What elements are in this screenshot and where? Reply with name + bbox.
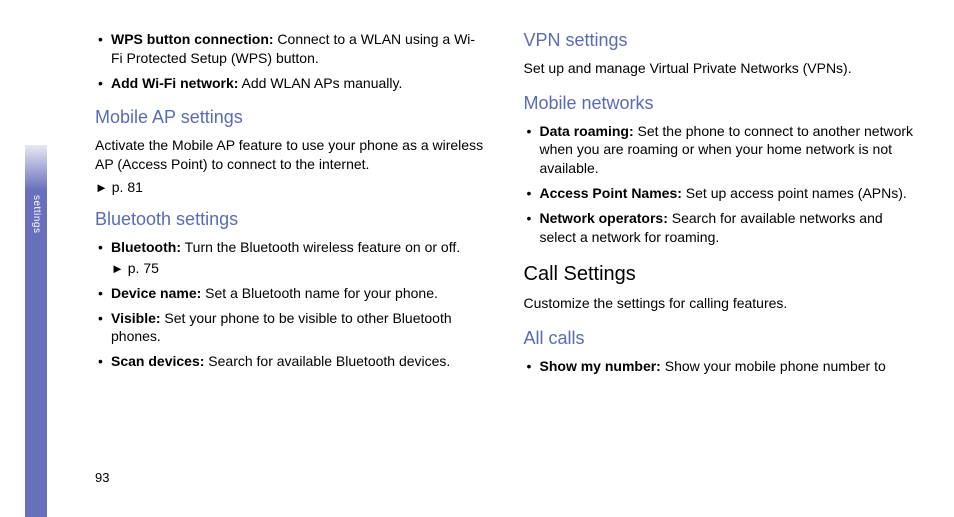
list-item: Visible: Set your phone to be visible to… [95, 309, 486, 347]
all-calls-list: Show my number: Show your mobile phone n… [524, 357, 915, 376]
heading-call-settings: Call Settings [524, 263, 915, 286]
para-mobile-ap: Activate the Mobile AP feature to use yo… [95, 136, 486, 175]
para-vpn: Set up and manage Virtual Private Networ… [524, 59, 915, 79]
list-item: Scan devices: Search for available Bluet… [95, 352, 486, 371]
desc: Set up access point names (APNs). [682, 185, 907, 201]
desc: Search for available Bluetooth devices. [204, 353, 450, 369]
heading-mobile-ap: Mobile AP settings [95, 107, 486, 128]
term: WPS button connection: [111, 31, 274, 47]
page-ref: ► p. 75 [111, 259, 486, 278]
heading-bluetooth: Bluetooth settings [95, 209, 486, 230]
term: Scan devices: [111, 353, 204, 369]
list-item: WPS button connection: Connect to a WLAN… [95, 30, 486, 68]
desc: Add WLAN APs manually. [238, 75, 402, 91]
wifi-list: WPS button connection: Connect to a WLAN… [95, 30, 486, 93]
list-item: Add Wi-Fi network: Add WLAN APs manually… [95, 74, 486, 93]
list-item: Access Point Names: Set up access point … [524, 184, 915, 203]
term: Data roaming: [540, 123, 634, 139]
page-content: WPS button connection: Connect to a WLAN… [95, 30, 914, 477]
left-column: WPS button connection: Connect to a WLAN… [95, 30, 486, 477]
arrow-icon: ► [95, 180, 108, 195]
right-column: VPN settings Set up and manage Virtual P… [524, 30, 915, 477]
list-item: Device name: Set a Bluetooth name for yo… [95, 284, 486, 303]
para-call-settings: Customize the settings for calling featu… [524, 294, 915, 314]
ref-text: p. 81 [108, 179, 143, 195]
term: Access Point Names: [540, 185, 682, 201]
term: Visible: [111, 310, 161, 326]
bluetooth-list: Bluetooth: Turn the Bluetooth wireless f… [95, 238, 486, 371]
mobile-networks-list: Data roaming: Set the phone to connect t… [524, 122, 915, 247]
desc: Set a Bluetooth name for your phone. [201, 285, 438, 301]
arrow-icon: ► [111, 261, 124, 276]
heading-vpn: VPN settings [524, 30, 915, 51]
ref-text: p. 75 [124, 260, 159, 276]
term: Bluetooth: [111, 239, 181, 255]
page-ref: ► p. 81 [95, 179, 486, 195]
side-tab [25, 0, 47, 517]
side-section-label: settings [28, 195, 42, 233]
term: Network operators: [540, 210, 668, 226]
list-item: Show my number: Show your mobile phone n… [524, 357, 915, 376]
page-number: 93 [95, 470, 109, 485]
list-item: Bluetooth: Turn the Bluetooth wireless f… [95, 238, 486, 278]
term: Show my number: [540, 358, 661, 374]
list-item: Data roaming: Set the phone to connect t… [524, 122, 915, 179]
desc: Show your mobile phone number to [661, 358, 886, 374]
list-item: Network operators: Search for available … [524, 209, 915, 247]
desc: Set your phone to be visible to other Bl… [111, 310, 452, 345]
desc: Turn the Bluetooth wireless feature on o… [181, 239, 460, 255]
term: Device name: [111, 285, 201, 301]
heading-all-calls: All calls [524, 328, 915, 349]
heading-mobile-networks: Mobile networks [524, 93, 915, 114]
term: Add Wi-Fi network: [111, 75, 238, 91]
